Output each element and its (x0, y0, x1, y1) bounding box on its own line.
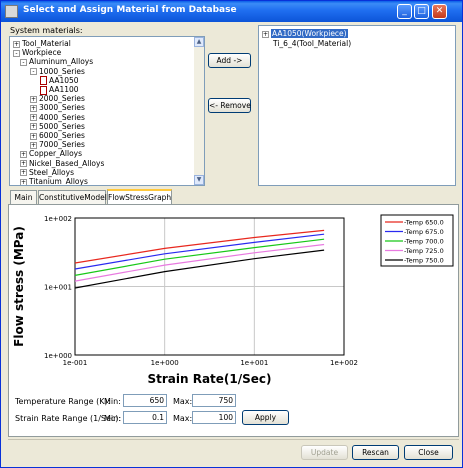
tree-item-label: Aluminum_Alloys (29, 57, 94, 67)
remove-button[interactable]: <- Remove (208, 98, 251, 113)
x-axis-label: Strain Rate(1/Sec) (147, 372, 271, 386)
temp-range-label: Temperature Range (K): (15, 397, 111, 406)
expand-icon[interactable]: + (30, 95, 37, 103)
assigned-item[interactable]: Ti_6_4(Tool_Material) (273, 39, 351, 49)
material-file-icon (40, 85, 47, 95)
y-tick-label: 1e+002 (44, 215, 72, 223)
temp-max-input[interactable]: 750 (192, 394, 236, 407)
expand-icon[interactable]: + (20, 178, 27, 185)
title-bar[interactable]: Select and Assign Material from Database… (1, 1, 462, 22)
collapse-icon[interactable]: - (30, 68, 37, 76)
series-line (74, 229, 325, 264)
temp-min-input[interactable]: 650 (123, 394, 167, 407)
system-materials-label: System materials: (10, 26, 83, 35)
update-button[interactable]: Update (301, 445, 348, 460)
collapse-icon[interactable]: - (20, 58, 27, 66)
assigned-materials-tree[interactable]: + AA1050(Workpiece) Ti_6_4(Tool_Material) (258, 25, 456, 186)
legend-label: -Temp 750.0 (404, 257, 444, 265)
strain-rate-max-input[interactable]: 100 (192, 411, 236, 424)
x-tick-label: 1e+000 (151, 359, 179, 367)
apply-button[interactable]: Apply (242, 410, 289, 425)
collapse-icon[interactable]: - (13, 49, 20, 57)
tree-item-label: AA1050 (49, 75, 79, 85)
assigned-item[interactable]: + AA1050(Workpiece) (262, 29, 348, 39)
tab-flow-stress-graph[interactable]: FlowStressGraph (107, 189, 172, 205)
legend-label: -Temp 650.0 (404, 219, 444, 227)
app-icon (5, 5, 18, 18)
tree-scrollbar[interactable]: ▲ ▼ (194, 37, 204, 185)
tree-item-label: Titanium_Alloys (29, 177, 88, 186)
material-file-icon (40, 76, 47, 86)
expand-icon[interactable]: + (30, 104, 37, 112)
legend-label: -Temp 725.0 (404, 247, 444, 255)
temp-min-label: Min: (104, 397, 121, 406)
close-window-button[interactable]: ✕ (432, 4, 447, 19)
strain-rate-min-input[interactable]: 0.1 (123, 411, 167, 424)
x-tick-label: 1e+001 (240, 359, 268, 367)
expand-icon[interactable]: + (30, 141, 37, 149)
window-title: Select and Assign Material from Database (23, 5, 237, 15)
flow-stress-chart: 1e-001 1e+000 1e+001 1e+0021e+0001e+0011e+0… (12, 214, 454, 386)
x-tick-label: 1e+002 (330, 359, 358, 367)
close-button[interactable]: Close (404, 445, 453, 460)
dialog-window: Select and Assign Material from Database… (0, 0, 463, 468)
temp-max-label: Max: (173, 397, 193, 406)
tab-constitutive-model[interactable]: ConstitutiveModel (38, 190, 107, 205)
expand-icon[interactable]: + (20, 169, 27, 177)
expand-icon[interactable]: + (30, 114, 37, 122)
expand-icon[interactable]: + (20, 160, 27, 168)
tree-item-label: 1000_Series (39, 66, 85, 76)
tab-main[interactable]: Main (10, 190, 37, 205)
tree-item-label: Copper_Alloys (29, 149, 83, 159)
system-materials-tree[interactable]: + Tool_Material - Workpiece - Aluminum_Alloys… (9, 36, 205, 186)
series-line (74, 233, 325, 270)
tree-item-label: 4000_Series (39, 112, 85, 122)
tree-item-label: Nickel_Based_Alloys (29, 158, 105, 168)
y-tick-label: 1e+001 (44, 284, 72, 292)
expand-icon[interactable]: + (262, 30, 269, 38)
assigned-item-label: AA1050(Workpiece) (271, 29, 348, 38)
legend-label: -Temp 700.0 (404, 238, 444, 246)
x-tick-label: 1e-001 (63, 359, 88, 367)
expand-icon[interactable]: + (20, 150, 27, 158)
maximize-button[interactable]: □ (414, 4, 429, 19)
expand-icon[interactable]: + (30, 132, 37, 140)
y-tick-label: 1e+000 (44, 352, 72, 360)
sr-max-label: Max: (173, 414, 193, 423)
divider (8, 439, 459, 440)
expand-icon[interactable]: + (30, 123, 37, 131)
tree-item[interactable]: + Titanium_Alloys (20, 177, 88, 186)
tree-item-label: 5000_Series (39, 121, 85, 131)
minimize-button[interactable]: _ (397, 4, 412, 19)
tree-item-label: 2000_Series (39, 94, 85, 104)
scroll-up-button[interactable]: ▲ (194, 37, 204, 47)
sr-min-label: Min: (104, 414, 121, 423)
tree-item-label: 6000_Series (39, 131, 85, 140)
tree-item-label: Workpiece (22, 48, 62, 58)
tree-item-label: Steel_Alloys (29, 167, 74, 177)
scroll-down-button[interactable]: ▼ (194, 175, 204, 185)
tree-item-label: Tool_Material (22, 39, 71, 48)
legend-label: -Temp 675.0 (404, 228, 444, 236)
rescan-button[interactable]: Rescan (352, 445, 399, 460)
tree-item-label: 3000_Series (39, 103, 85, 113)
tree-item-label: AA1100 (49, 85, 79, 94)
expand-icon[interactable]: + (13, 40, 20, 48)
y-axis-label: Flow stress (MPa) (12, 226, 26, 347)
assigned-item-label: Ti_6_4(Tool_Material) (273, 39, 352, 48)
tree-item-label: 7000_Series (39, 140, 85, 150)
add-button[interactable]: Add -> (208, 53, 251, 68)
